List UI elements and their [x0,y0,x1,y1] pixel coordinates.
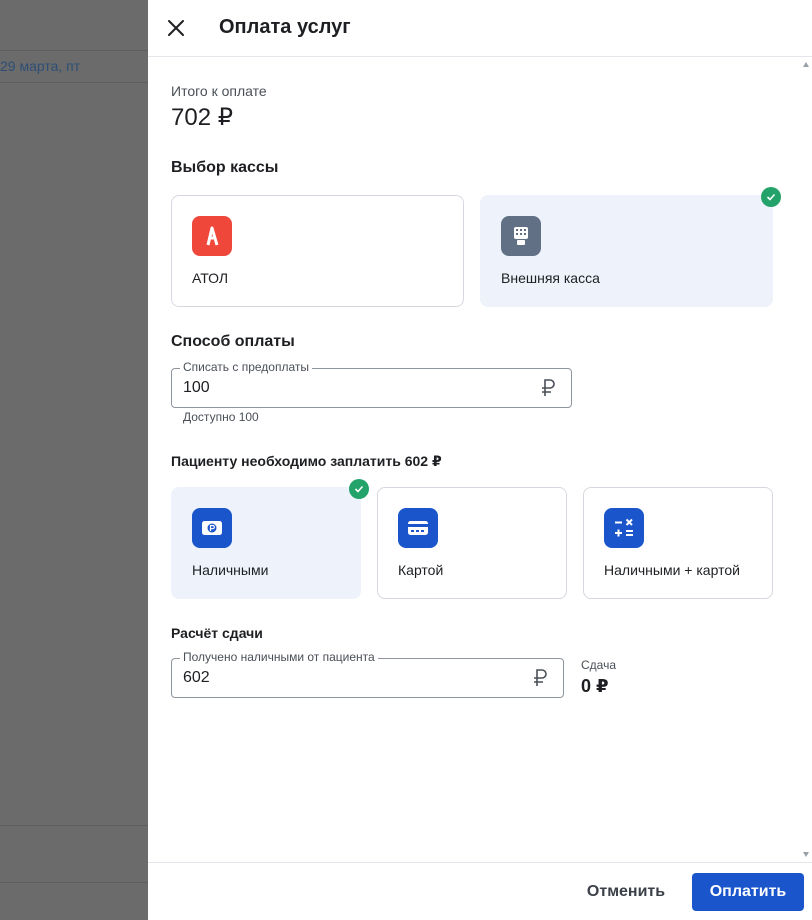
method-card-label: Наличными [192,562,269,578]
cash-received-input[interactable] [183,667,483,689]
atol-logo-icon [192,216,232,256]
method-card-card[interactable]: Картой [377,487,567,599]
patient-pays-text: Пациенту необходимо заплатить 602 ₽ [171,453,442,469]
prepayment-input[interactable] [183,377,483,399]
backdrop-divider [0,825,148,826]
register-card-label: АТОЛ [192,270,229,286]
payment-section-title: Способ оплаты [171,333,295,350]
cancel-button[interactable]: Отменить [571,873,681,911]
prepayment-field-label: Списать с предоплаты [180,360,312,374]
backdrop-divider [0,882,148,883]
change-value: 0 ₽ [581,676,609,696]
method-card-label: Картой [398,562,444,578]
backdrop-divider [0,50,148,51]
change-section-title: Расчёт сдачи [171,625,263,641]
scroll-down-arrow-icon[interactable] [803,852,809,857]
drawer-header: Оплата услуг [148,0,812,57]
change-label: Сдача [581,658,617,672]
available-hint: Доступно 100 [183,410,259,424]
dialog-title: Оплата услуг [219,16,351,38]
method-card-mixed[interactable]: Наличными + картой [583,487,773,599]
prepayment-field[interactable]: Списать с предоплаты [171,360,572,408]
register-card-label: Внешняя касса [501,270,600,286]
close-icon[interactable] [164,16,188,40]
register-card-external[interactable]: Внешняя касса [480,195,773,307]
scrollbar[interactable] [800,57,812,862]
register-card-atol[interactable]: АТОЛ [171,195,464,307]
total-value: 702 ₽ [171,104,233,131]
ruble-icon [542,379,555,396]
method-card-label: Наличными + картой [604,562,740,578]
calculator-icon [604,508,644,548]
method-card-cash[interactable]: Наличными [171,487,361,599]
selected-check-icon [349,479,369,499]
total-label: Итого к оплате [171,83,267,99]
drawer-content: Итого к оплате 702 ₽ Выбор кассы АТОЛ Вн… [148,57,812,862]
ruble-icon [534,669,547,686]
cash-icon [192,508,232,548]
card-icon [398,508,438,548]
drawer-footer: Отменить Оплатить [148,862,812,920]
cash-received-field[interactable]: Получено наличными от пациента [171,650,564,698]
cash-received-field-label: Получено наличными от пациента [180,650,378,664]
scroll-up-arrow-icon[interactable] [803,62,809,67]
page-backdrop: 29 марта, пт [0,0,148,920]
register-section-title: Выбор кассы [171,159,279,176]
payment-drawer: Оплата услуг Итого к оплате 702 ₽ Выбор … [148,0,812,920]
cash-register-icon [501,216,541,256]
backdrop-date: 29 марта, пт [0,58,81,74]
selected-check-icon [761,187,781,207]
backdrop-divider [0,82,148,83]
pay-button[interactable]: Оплатить [692,873,804,911]
